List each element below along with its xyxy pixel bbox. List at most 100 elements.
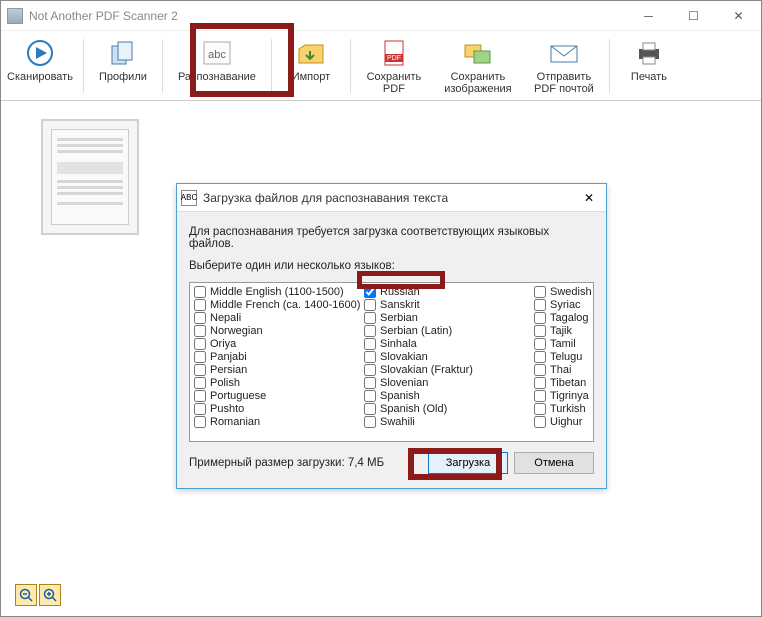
zoom-out-button[interactable] xyxy=(15,584,37,606)
language-option[interactable]: Polish xyxy=(192,376,362,389)
language-label: Tamil xyxy=(550,338,576,350)
profiles-button[interactable]: Профили xyxy=(88,37,158,83)
minimize-button[interactable]: ─ xyxy=(626,1,671,31)
cancel-button[interactable]: Отмена xyxy=(514,452,594,474)
toolbar-separator xyxy=(350,39,351,93)
language-option[interactable]: Middle French (ca. 1400-1600) xyxy=(192,298,362,311)
language-checkbox[interactable] xyxy=(364,364,376,376)
language-option[interactable]: Tigrinya xyxy=(532,389,594,402)
send-pdf-button[interactable]: Отправить PDF почтой xyxy=(523,37,605,95)
language-checkbox[interactable] xyxy=(194,312,206,324)
maximize-button[interactable]: ☐ xyxy=(671,1,716,31)
language-option[interactable]: Portuguese xyxy=(192,389,362,402)
language-label: Tigrinya xyxy=(550,390,589,402)
print-button[interactable]: Печать xyxy=(614,37,684,83)
language-option[interactable]: Spanish (Old) xyxy=(362,402,532,415)
language-option[interactable]: Turkish xyxy=(532,402,594,415)
language-option[interactable]: Tibetan xyxy=(532,376,594,389)
language-checkbox[interactable] xyxy=(194,416,206,428)
language-checkbox[interactable] xyxy=(364,416,376,428)
page-thumbnail[interactable] xyxy=(41,119,139,235)
language-checkbox[interactable] xyxy=(534,312,546,324)
toolbar-label: Сохранить PDF xyxy=(367,71,422,95)
language-option[interactable]: Swedish xyxy=(532,285,594,298)
import-icon xyxy=(291,37,331,69)
dialog-title: Загрузка файлов для распознавания текста xyxy=(203,191,576,205)
toolbar-label: Сканировать xyxy=(7,71,73,83)
language-option[interactable]: Slovakian xyxy=(362,350,532,363)
language-checkbox[interactable] xyxy=(364,390,376,402)
toolbar-label: Профили xyxy=(99,71,147,83)
language-option[interactable]: Persian xyxy=(192,363,362,376)
language-option[interactable]: Nepali xyxy=(192,311,362,324)
scan-icon xyxy=(20,37,60,69)
language-option[interactable]: Pushto xyxy=(192,402,362,415)
language-label: Portuguese xyxy=(210,390,266,402)
language-checkbox[interactable] xyxy=(194,403,206,415)
language-checkbox[interactable] xyxy=(364,351,376,363)
window-controls: ─ ☐ ✕ xyxy=(626,1,761,31)
language-checkbox[interactable] xyxy=(534,286,546,298)
language-option[interactable]: Slovakian (Fraktur) xyxy=(362,363,532,376)
language-label: Norwegian xyxy=(210,325,263,337)
mail-icon xyxy=(544,37,584,69)
language-checkbox[interactable] xyxy=(194,299,206,311)
language-checkbox[interactable] xyxy=(194,377,206,389)
language-option[interactable]: Serbian (Latin) xyxy=(362,324,532,337)
language-option[interactable]: Middle English (1100-1500) xyxy=(192,285,362,298)
language-checkbox[interactable] xyxy=(534,325,546,337)
language-checkbox[interactable] xyxy=(194,364,206,376)
language-checkbox[interactable] xyxy=(194,351,206,363)
language-checkbox[interactable] xyxy=(534,390,546,402)
language-checkbox[interactable] xyxy=(194,325,206,337)
language-option[interactable]: Spanish xyxy=(362,389,532,402)
dialog-titlebar: ABC Загрузка файлов для распознавания те… xyxy=(177,184,606,212)
language-option[interactable]: Tajik xyxy=(532,324,594,337)
language-option[interactable]: Thai xyxy=(532,363,594,376)
language-option[interactable]: Sinhala xyxy=(362,337,532,350)
language-checkbox[interactable] xyxy=(194,338,206,350)
zoom-controls xyxy=(15,584,61,606)
language-label: Tajik xyxy=(550,325,572,337)
language-label: Turkish xyxy=(550,403,586,415)
scan-button[interactable]: Сканировать xyxy=(1,37,79,83)
language-checkbox[interactable] xyxy=(364,325,376,337)
language-option[interactable]: Syriac xyxy=(532,298,594,311)
language-option[interactable]: Oriya xyxy=(192,337,362,350)
language-checkbox[interactable] xyxy=(534,403,546,415)
language-checkbox[interactable] xyxy=(364,299,376,311)
language-checkbox[interactable] xyxy=(364,403,376,415)
language-checkbox[interactable] xyxy=(194,390,206,402)
highlight-download xyxy=(408,448,502,480)
language-option[interactable]: Serbian xyxy=(362,311,532,324)
language-checkbox[interactable] xyxy=(364,377,376,389)
language-option[interactable]: Tamil xyxy=(532,337,594,350)
language-checkbox[interactable] xyxy=(534,377,546,389)
language-option[interactable]: Telugu xyxy=(532,350,594,363)
language-checkbox[interactable] xyxy=(194,286,206,298)
language-checkbox[interactable] xyxy=(534,351,546,363)
language-option[interactable]: Norwegian xyxy=(192,324,362,337)
dialog-close-button[interactable]: ✕ xyxy=(576,191,602,205)
language-label: Swedish xyxy=(550,286,592,298)
language-checkbox[interactable] xyxy=(534,364,546,376)
language-option[interactable]: Panjabi xyxy=(192,350,362,363)
language-option[interactable]: Uighur xyxy=(532,415,594,428)
language-option[interactable]: Romanian xyxy=(192,415,362,428)
language-label: Uighur xyxy=(550,416,582,428)
language-checkbox[interactable] xyxy=(534,416,546,428)
language-list[interactable]: Middle English (1100-1500)Middle French … xyxy=(189,282,594,442)
language-label: Tibetan xyxy=(550,377,586,389)
language-checkbox[interactable] xyxy=(534,299,546,311)
language-option[interactable]: Slovenian xyxy=(362,376,532,389)
language-checkbox[interactable] xyxy=(364,338,376,350)
save-images-button[interactable]: Сохранить изображения xyxy=(433,37,523,95)
language-option[interactable]: Swahili xyxy=(362,415,532,428)
language-option[interactable]: Sanskrit xyxy=(362,298,532,311)
language-checkbox[interactable] xyxy=(534,338,546,350)
zoom-in-button[interactable] xyxy=(39,584,61,606)
language-option[interactable]: Tagalog xyxy=(532,311,594,324)
close-button[interactable]: ✕ xyxy=(716,1,761,31)
save-pdf-button[interactable]: PDF Сохранить PDF xyxy=(355,37,433,95)
language-checkbox[interactable] xyxy=(364,312,376,324)
